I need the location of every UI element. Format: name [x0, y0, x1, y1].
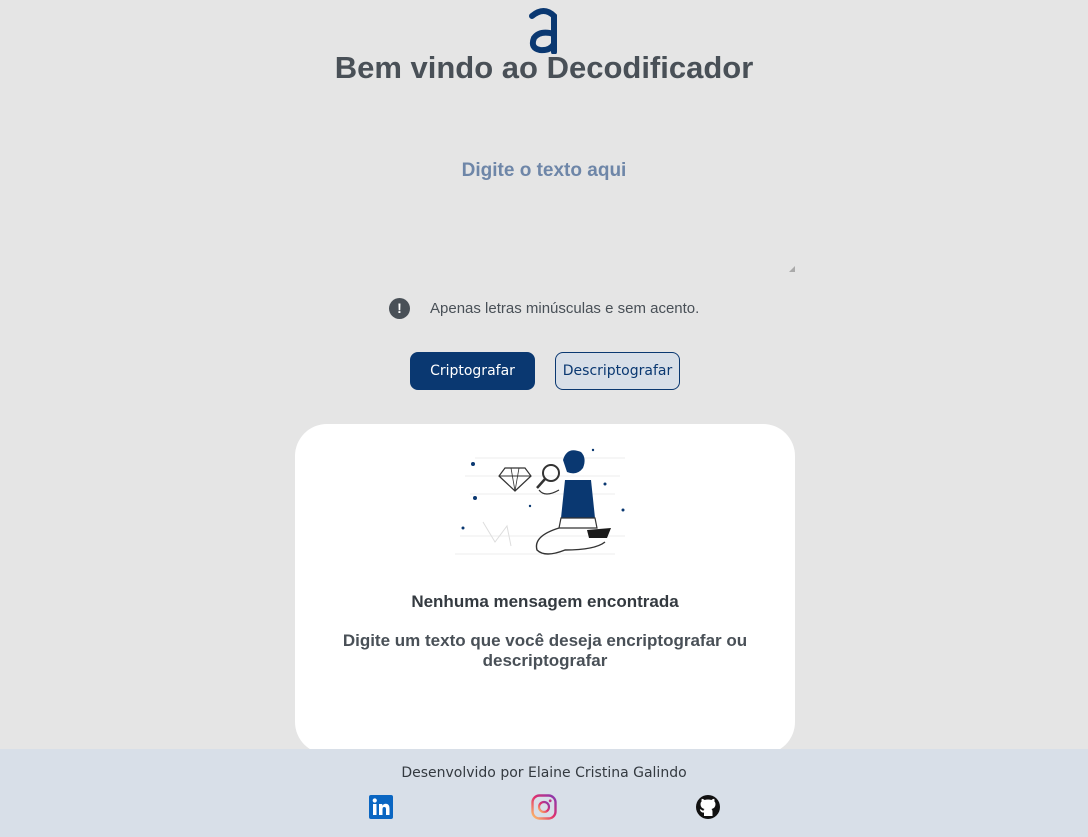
text-input[interactable] [294, 150, 794, 274]
output-panel: Nenhuma mensagem encontrada Digite um te… [295, 424, 795, 754]
empty-state-title: Nenhuma mensagem encontrada [411, 592, 679, 611]
github-icon[interactable] [695, 794, 721, 820]
exclamation-circle-icon: ! [389, 297, 410, 319]
linkedin-icon[interactable] [368, 794, 394, 820]
empty-state-message: Digite um texto que você deseja encripto… [342, 631, 748, 670]
page-title: Bem vindo ao Decodificador [334, 50, 754, 85]
decrypt-button[interactable]: Descriptografar [555, 352, 680, 390]
person-with-magnifier-diamond-illustration [455, 448, 625, 555]
input-hint: ! Apenas letras minúsculas e sem acento. [389, 297, 699, 319]
alura-logo-icon [529, 8, 557, 54]
footer-credit: Desenvolvido por Elaine Cristina Galindo [401, 765, 687, 781]
encrypt-button[interactable]: Criptografar [410, 352, 535, 390]
hint-text: Apenas letras minúsculas e sem acento. [430, 299, 700, 317]
instagram-icon[interactable] [531, 794, 557, 820]
page-footer: Desenvolvido por Elaine Cristina Galindo [0, 749, 1088, 837]
resize-handle[interactable] [789, 266, 795, 272]
